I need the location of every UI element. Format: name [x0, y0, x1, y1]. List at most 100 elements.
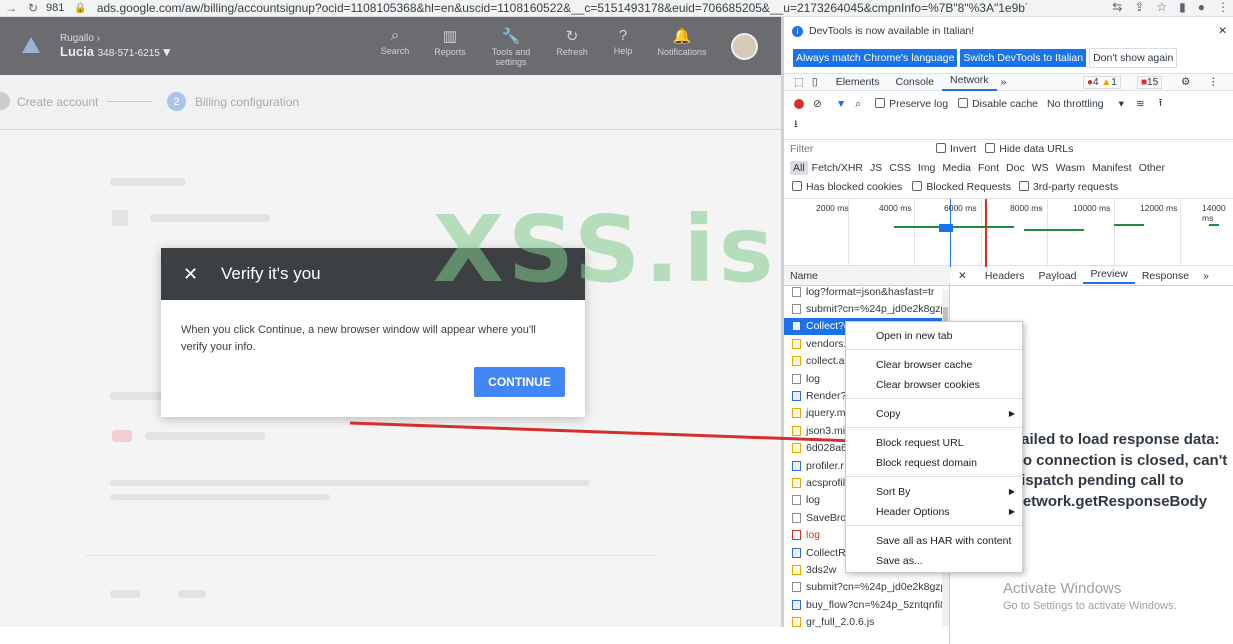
file-icon: [792, 599, 801, 610]
tab-preview[interactable]: Preview: [1083, 268, 1135, 284]
timeline-tick: 4000 ms: [879, 203, 912, 213]
preserve-log-checkbox[interactable]: Preserve log: [875, 98, 948, 110]
clear-icon[interactable]: ⊘: [813, 98, 822, 110]
upload-icon[interactable]: ⭱: [1159, 95, 1163, 113]
tab-elements[interactable]: Elements: [828, 76, 888, 88]
dialog-title: Verify it's you: [221, 264, 321, 283]
activate-windows-notice: Activate Windows Go to Settings to activ…: [1003, 580, 1177, 612]
issues-badge[interactable]: ■15: [1137, 75, 1163, 89]
request-row[interactable]: log?format=json&hasfast=tr: [784, 283, 949, 300]
invert-checkbox[interactable]: Invert: [936, 142, 976, 155]
account-switcher[interactable]: Rugallo › Lucia 348-571-6215 ▾: [60, 33, 170, 60]
type-filter-img[interactable]: Img: [915, 161, 939, 175]
request-row[interactable]: submit?cn=%24p_jd0e2k8gzp: [784, 300, 949, 317]
more-menu-icon[interactable]: ⋮: [1208, 76, 1219, 88]
match-language-button[interactable]: Always match Chrome's language: [793, 49, 958, 67]
third-party-checkbox[interactable]: 3rd-party requests: [1018, 181, 1118, 193]
url-text[interactable]: ads.google.com/aw/billing/accountsignup?…: [97, 1, 1027, 15]
notifications-tool[interactable]: 🔔 Notifications: [652, 27, 712, 57]
settings-icon[interactable]: ⚙: [1181, 76, 1190, 88]
type-filter-css[interactable]: CSS: [886, 161, 914, 175]
device-icon[interactable]: ▯: [812, 76, 818, 88]
translate-icon[interactable]: ⇆: [1112, 0, 1122, 14]
type-filter-font[interactable]: Font: [975, 161, 1002, 175]
hide-data-urls-checkbox[interactable]: Hide data URLs: [985, 142, 1073, 155]
tab-console[interactable]: Console: [887, 76, 942, 88]
record-icon[interactable]: [794, 99, 804, 109]
menu-icon[interactable]: ⋮: [1217, 0, 1229, 14]
file-icon: [792, 338, 801, 349]
type-filter-js[interactable]: JS: [867, 161, 885, 175]
type-filter-wasm[interactable]: Wasm: [1053, 161, 1088, 175]
menu-clear-cache[interactable]: Clear browser cache: [876, 359, 972, 371]
tab-headers[interactable]: Headers: [978, 270, 1032, 282]
filter-icon[interactable]: ▼: [836, 98, 846, 110]
menu-header-options[interactable]: Header Options: [876, 506, 950, 518]
menu-sort-by[interactable]: Sort By: [876, 486, 910, 498]
share-icon[interactable]: ⇪: [1134, 0, 1144, 14]
request-row[interactable]: buy_flow?cn=%24p_5zntqnfi8: [784, 596, 949, 613]
close-detail-icon[interactable]: ✕: [950, 270, 974, 282]
bell-icon: 🔔: [672, 28, 692, 45]
menu-open-new-tab[interactable]: Open in new tab: [876, 330, 952, 342]
inspect-icon[interactable]: ⬚: [794, 76, 804, 88]
type-filter-manifest[interactable]: Manifest: [1089, 161, 1135, 175]
blocked-requests-checkbox[interactable]: Blocked Requests: [912, 181, 1011, 193]
file-icon: [792, 443, 801, 454]
disable-cache-checkbox[interactable]: Disable cache: [958, 98, 1038, 110]
switch-language-button[interactable]: Switch DevTools to Italian: [960, 49, 1087, 67]
request-row[interactable]: gr_full_2.0.6.js: [784, 613, 949, 630]
type-filter-fetchxhr[interactable]: Fetch/XHR: [809, 161, 866, 175]
error-badge[interactable]: ●4 ▲1: [1083, 75, 1121, 89]
search-network-icon[interactable]: ⌕: [855, 98, 861, 111]
avatar[interactable]: [731, 33, 758, 60]
help-icon: ?: [618, 27, 628, 44]
request-name: acsprofil: [806, 476, 846, 489]
search-tool[interactable]: ⌕ Search: [370, 27, 420, 56]
menu-block-domain[interactable]: Block request domain: [876, 457, 977, 469]
more-tabs-icon[interactable]: »: [1001, 76, 1007, 88]
menu-clear-cookies[interactable]: Clear browser cookies: [876, 379, 980, 391]
type-filter-all[interactable]: All: [790, 161, 808, 175]
tab-response[interactable]: Response: [1135, 270, 1196, 282]
menu-copy[interactable]: Copy: [876, 408, 901, 420]
more-detail-tabs-icon[interactable]: »: [1196, 270, 1216, 282]
file-icon: [792, 512, 801, 523]
close-icon[interactable]: ✕: [183, 264, 203, 285]
refresh-tool[interactable]: ↻ Refresh: [547, 27, 597, 57]
continue-button[interactable]: CONTINUE: [474, 367, 565, 397]
request-name: vendors.: [806, 337, 847, 350]
type-filter-doc[interactable]: Doc: [1003, 161, 1028, 175]
network-timeline[interactable]: 2000 ms 4000 ms 6000 ms 8000 ms 10000 ms…: [784, 198, 1233, 267]
blocked-cookies-checkbox[interactable]: Has blocked cookies: [792, 181, 902, 193]
wifi-icon[interactable]: ≋: [1136, 98, 1145, 110]
reload-icon[interactable]: ↻: [26, 1, 40, 15]
menu-save-as[interactable]: Save as...: [876, 555, 923, 567]
star-icon[interactable]: ☆: [1156, 0, 1167, 14]
reports-tool[interactable]: ▥ Reports: [425, 27, 475, 57]
tab-payload[interactable]: Payload: [1032, 270, 1084, 282]
type-filter-media[interactable]: Media: [939, 161, 974, 175]
infobar-close-icon[interactable]: ✕: [1218, 25, 1227, 37]
wrench-icon: 🔧: [501, 28, 521, 45]
devtools-infobar: i DevTools is now available in Italian! …: [784, 24, 1233, 38]
type-filter-other[interactable]: Other: [1136, 161, 1168, 175]
request-name: submit?cn=%24p_jd0e2k8gzp: [806, 303, 947, 316]
sidepanel-icon[interactable]: ▮: [1179, 0, 1186, 14]
dont-show-button[interactable]: Don't show again: [1089, 48, 1178, 68]
timeline-bar: [894, 226, 1014, 228]
tab-network[interactable]: Network: [942, 74, 997, 91]
request-row[interactable]: submit?cn=%24p_jd0e2k8gzp: [784, 579, 949, 596]
type-filter-ws[interactable]: WS: [1029, 161, 1052, 175]
tools-settings[interactable]: 🔧 Tools and settings: [485, 27, 537, 67]
menu-block-url[interactable]: Block request URL: [876, 437, 964, 449]
profile-icon[interactable]: ●: [1198, 0, 1205, 14]
download-icon[interactable]: ⭳: [794, 116, 798, 134]
devtools-tabbar: ⬚ ▯ Elements Console Network » ●4 ▲1 ■15…: [784, 73, 1233, 91]
help-tool[interactable]: ? Help: [598, 27, 648, 56]
forward-icon[interactable]: →: [4, 1, 18, 15]
menu-save-har[interactable]: Save all as HAR with content: [876, 535, 1011, 547]
throttling-select[interactable]: No throttling ▾: [1047, 98, 1124, 110]
refresh-icon: ↻: [565, 28, 579, 45]
filter-input[interactable]: [790, 140, 928, 157]
